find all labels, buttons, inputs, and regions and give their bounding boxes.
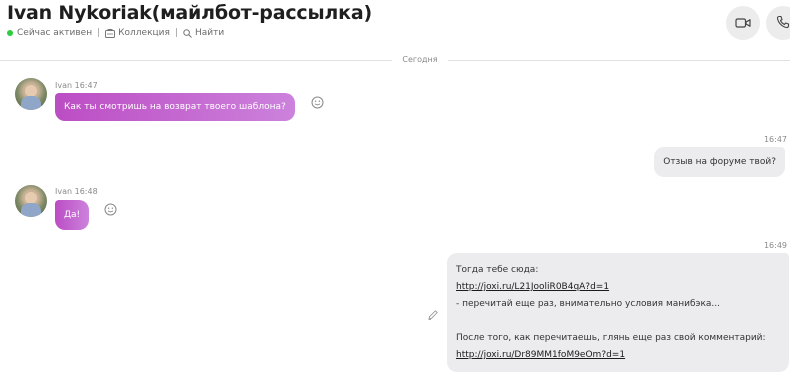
- message-sender-time: Ivan 16:47: [55, 81, 98, 90]
- video-camera-icon: [735, 14, 751, 33]
- status-text: Сейчас активен: [17, 28, 93, 38]
- contact-avatar[interactable]: [15, 185, 47, 217]
- online-status-dot: [7, 30, 13, 36]
- day-divider-right: [448, 60, 790, 61]
- video-call-button[interactable]: [726, 6, 760, 40]
- gallery-icon: [105, 28, 116, 38]
- contact-avatar[interactable]: [15, 78, 47, 110]
- chat-subtitle: Сейчас активен | Коллекция | Найти: [7, 28, 224, 38]
- add-reaction-icon[interactable]: [104, 201, 117, 220]
- avatar-body: [21, 96, 41, 110]
- message-link[interactable]: http://joxi.ru/L21JooliR0B4qA?d=1: [456, 279, 779, 296]
- avatar-body: [21, 203, 41, 217]
- add-reaction-icon[interactable]: [311, 94, 324, 113]
- day-divider-left: [0, 60, 392, 61]
- incoming-message-bubble[interactable]: Как ты смотришь на возврат твоего шаблон…: [55, 93, 295, 121]
- message-line: После того, как перечитаешь, глянь еще р…: [456, 333, 766, 343]
- find-link[interactable]: Найти: [195, 28, 224, 38]
- collection-link[interactable]: Коллекция: [118, 28, 170, 38]
- message-line: Тогда тебе сюда:: [456, 265, 539, 275]
- phone-icon: [776, 14, 790, 33]
- incoming-message-bubble[interactable]: Да!: [55, 200, 90, 230]
- message-text: Да!: [64, 210, 81, 220]
- message-sender-time: Ivan 16:48: [55, 187, 98, 196]
- message-text: Отзыв на форуме твой?: [663, 157, 776, 167]
- edit-message-icon[interactable]: [427, 306, 439, 325]
- chat-header: Ivan Nykoriak(майлбот-рассылка) Сейчас а…: [0, 0, 790, 56]
- message-link[interactable]: http://joxi.ru/Dr89MM1foM9eOm?d=1: [456, 347, 779, 364]
- outgoing-message-bubble[interactable]: Тогда тебе сюда: http://joxi.ru/L21Jooli…: [447, 253, 789, 372]
- message-time: 16:49: [763, 241, 787, 250]
- message-text: Как ты смотришь на возврат твоего шаблон…: [64, 102, 286, 112]
- message-line: - перечитай еще раз, внимательно условия…: [456, 299, 721, 309]
- message-time: 16:47: [763, 135, 787, 144]
- separator: |: [97, 28, 101, 38]
- outgoing-message-bubble[interactable]: Отзыв на форуме твой?: [654, 147, 785, 177]
- search-icon: [183, 28, 192, 38]
- day-divider-label: Сегодня: [402, 55, 438, 64]
- audio-call-button[interactable]: [766, 6, 790, 40]
- separator: |: [174, 28, 178, 38]
- chat-title: Ivan Nykoriak(майлбот-рассылка): [7, 2, 372, 24]
